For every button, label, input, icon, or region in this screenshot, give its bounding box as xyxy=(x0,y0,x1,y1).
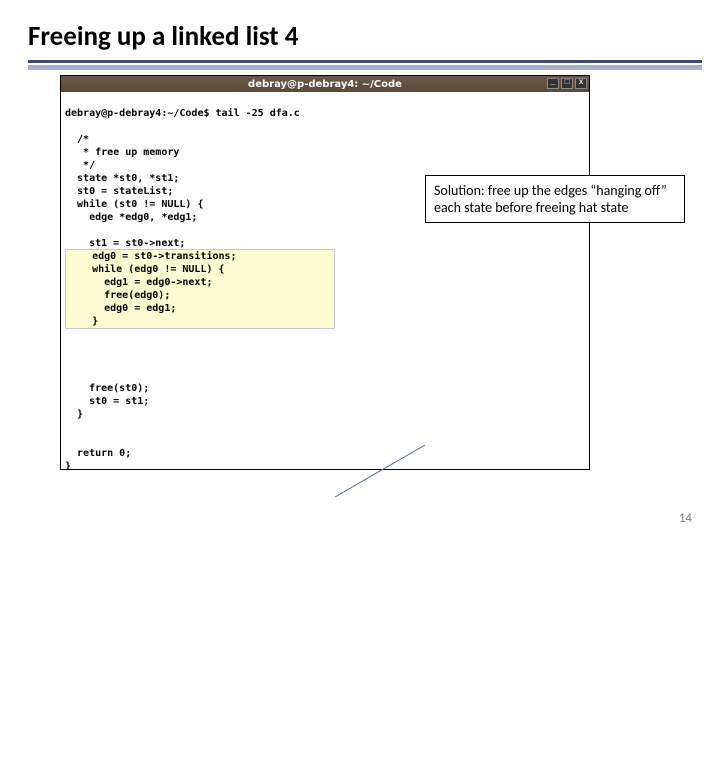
terminal-titlebar: debray@p-debray4: ~/Code _ □ x xyxy=(61,76,589,92)
code-highlight: edg0 = st0->transitions; while (edg0 != … xyxy=(68,251,237,327)
slide-title: Freeing up a linked list 4 xyxy=(28,20,298,53)
terminal-body: debray@p-debray4:~/Code$ tail -25 dfa.c … xyxy=(61,92,589,469)
terminal-title: debray@p-debray4: ~/Code xyxy=(248,79,402,90)
title-underline xyxy=(0,60,720,70)
solution-callout: Solution: free up the edges “hanging off… xyxy=(425,175,685,223)
terminal-window: debray@p-debray4: ~/Code _ □ x debray@p-… xyxy=(60,75,590,470)
callout-text: Solution: free up the edges “hanging off… xyxy=(434,182,667,216)
close-button[interactable]: x xyxy=(575,78,587,89)
code-top: /* * free up memory */ state *st0, *st1;… xyxy=(65,134,203,249)
page-number: 14 xyxy=(679,511,692,526)
minimize-button[interactable]: _ xyxy=(547,78,559,89)
code-bottom: free(st0); st0 = st1; } return 0; } debr… xyxy=(65,383,216,469)
code-highlight-block: edg0 = st0->transitions; while (edg0 != … xyxy=(65,249,335,329)
prompt-line: debray@p-debray4:~/Code$ tail -25 dfa.c xyxy=(65,108,300,119)
maximize-button[interactable]: □ xyxy=(561,78,573,89)
